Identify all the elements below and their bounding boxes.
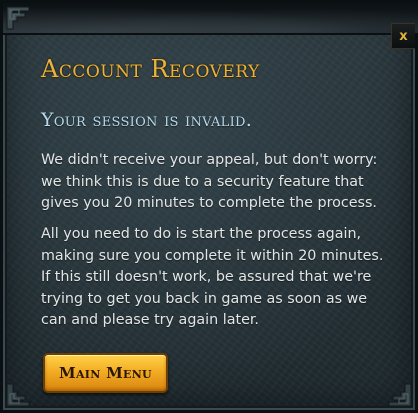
account-recovery-dialog: x Account Recovery Your session is inval… <box>0 0 418 413</box>
dialog-title: Account Recovery <box>41 55 260 83</box>
main-menu-button[interactable]: Main Menu <box>43 353 168 393</box>
close-button[interactable]: x <box>391 23 415 49</box>
body-paragraph: We didn't receive your appeal, but don't… <box>41 152 378 211</box>
body-paragraph: All you need to do is start the process … <box>41 226 384 328</box>
ornament-corner-icon <box>5 5 33 33</box>
main-menu-label: Main Menu <box>59 364 152 382</box>
ornament-corner-icon <box>385 380 413 408</box>
top-rock-strip <box>3 3 418 35</box>
close-icon: x <box>399 28 408 44</box>
ornament-corner-icon <box>5 380 33 408</box>
dialog-subtitle: Your session is invalid. <box>41 109 253 131</box>
